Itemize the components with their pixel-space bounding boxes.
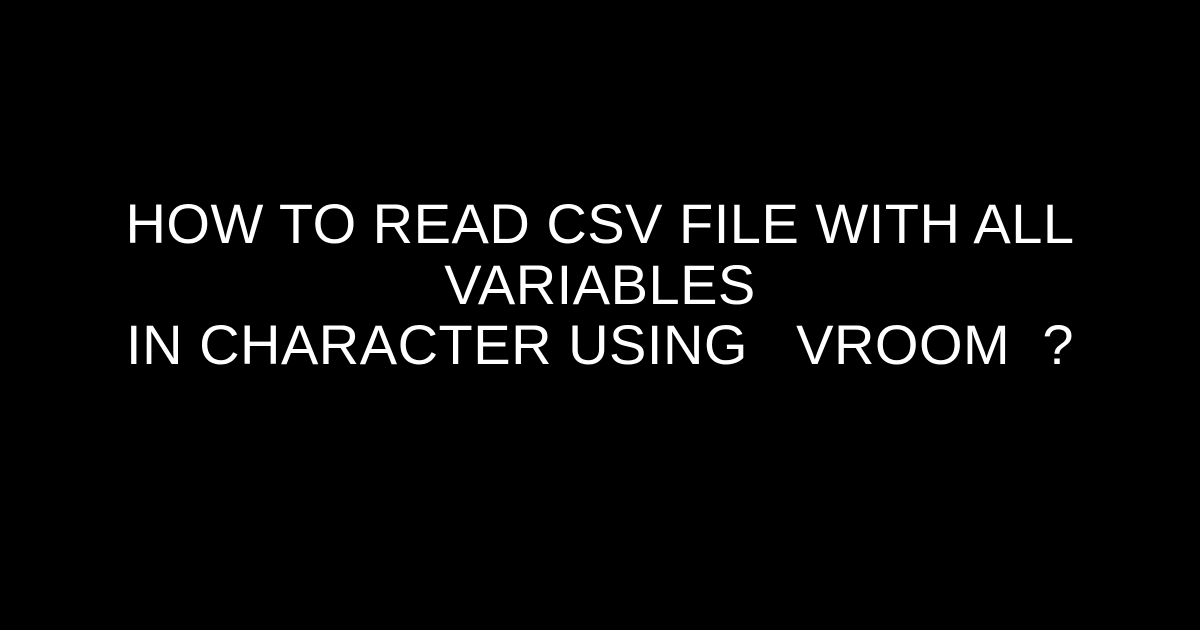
title-line-2-part-1: IN CHARACTER USING xyxy=(126,313,764,376)
title-container: HOW TO READ CSV FILE WITH ALL VARIABLES … xyxy=(0,194,1200,375)
page-title: HOW TO READ CSV FILE WITH ALL VARIABLES … xyxy=(60,194,1140,375)
title-code-word: VROOM xyxy=(796,313,1010,376)
title-line-2-part-2: ? xyxy=(1042,313,1074,376)
title-line-1: HOW TO READ CSV FILE WITH ALL VARIABLES xyxy=(125,192,1074,315)
